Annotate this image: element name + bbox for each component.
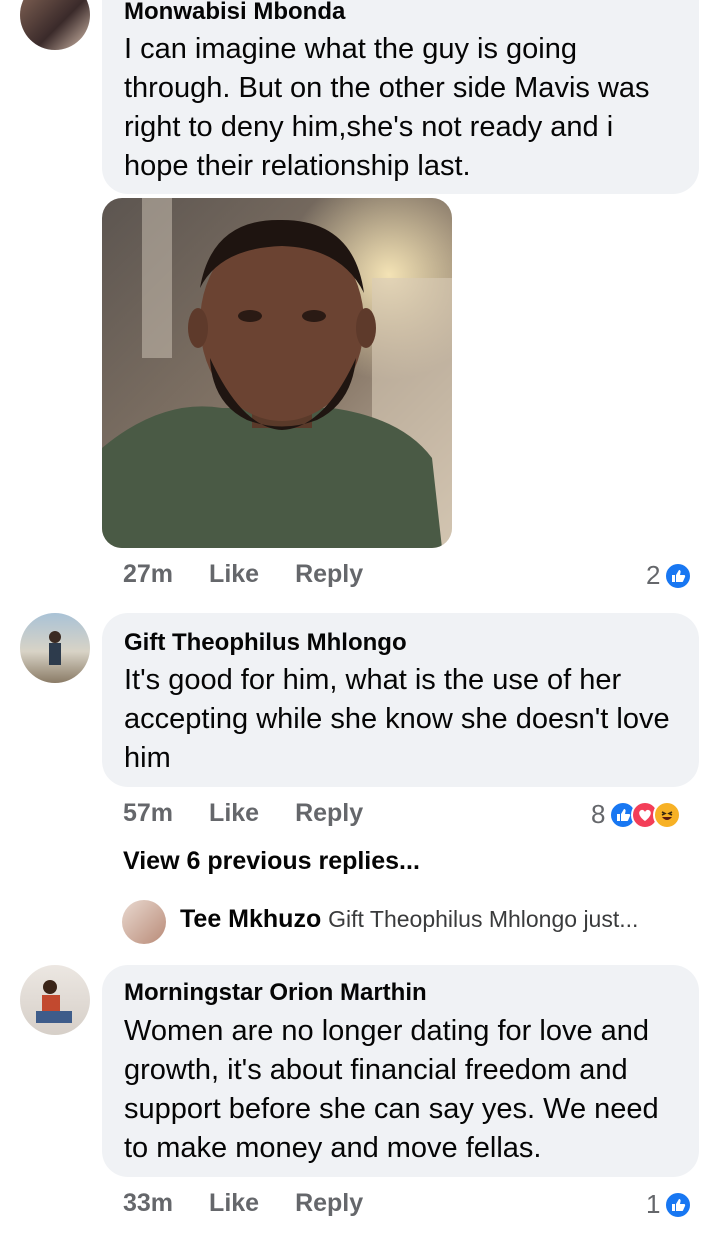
avatar[interactable] <box>20 613 90 683</box>
reply-author[interactable]: Tee Mkhuzo <box>180 905 321 933</box>
photo-image <box>102 198 452 548</box>
comment-time: 33m <box>123 1189 174 1217</box>
comment-actions: 57m Like Reply <box>123 799 363 828</box>
comment-text: I can imagine what the guy is going thro… <box>124 33 650 182</box>
like-button[interactable]: Like <box>209 799 259 828</box>
comment-actions: 33m Like Reply <box>123 1189 363 1218</box>
comment-actions: 27m Like Reply <box>123 560 363 589</box>
like-button[interactable]: Like <box>209 560 259 589</box>
haha-icon <box>653 800 682 829</box>
reply-button[interactable]: Reply <box>295 560 363 589</box>
reply-button[interactable]: Reply <box>295 799 363 828</box>
like-icon <box>664 561 693 590</box>
comment-time: 27m <box>123 560 174 588</box>
avatar-person-icon <box>36 980 72 1023</box>
reaction-count: 2 <box>646 560 661 590</box>
avatar[interactable] <box>20 0 90 50</box>
comment-bubble: Gift Theophilus Mhlongo It's good for hi… <box>102 613 699 787</box>
avatar[interactable] <box>122 900 166 944</box>
reaction-summary[interactable]: 2 <box>646 560 693 591</box>
avatar-person-icon <box>49 631 61 665</box>
comment-bubble: Morningstar Orion Marthin Women are no l… <box>102 965 699 1177</box>
comment-photo[interactable] <box>102 198 452 548</box>
comment-text: It's good for him, what is the use of he… <box>124 664 670 774</box>
reaction-count: 8 <box>591 799 606 829</box>
like-button[interactable]: Like <box>209 1189 259 1218</box>
reaction-count: 1 <box>646 1189 661 1219</box>
reply-text: Gift Theophilus Mhlongo just... <box>328 906 639 932</box>
reply-button[interactable]: Reply <box>295 1189 363 1218</box>
comment-bubble: Monwabisi Mbonda I can imagine what the … <box>102 0 699 194</box>
reply-preview[interactable]: Tee Mkhuzo Gift Theophilus Mhlongo just.… <box>180 905 638 934</box>
comment-author[interactable]: Morningstar Orion Marthin <box>124 979 427 1007</box>
reaction-summary[interactable]: 8 <box>591 799 682 830</box>
avatar[interactable] <box>20 965 90 1035</box>
comment-author[interactable]: Gift Theophilus Mhlongo <box>124 629 407 657</box>
reaction-summary[interactable]: 1 <box>646 1189 693 1220</box>
comment-time: 57m <box>123 799 174 827</box>
view-previous-replies-link[interactable]: View 6 previous replies... <box>123 847 420 876</box>
comment-text: Women are no longer dating for love and … <box>124 1015 659 1164</box>
like-icon <box>664 1190 693 1219</box>
comment-author[interactable]: Monwabisi Mbonda <box>124 0 345 26</box>
